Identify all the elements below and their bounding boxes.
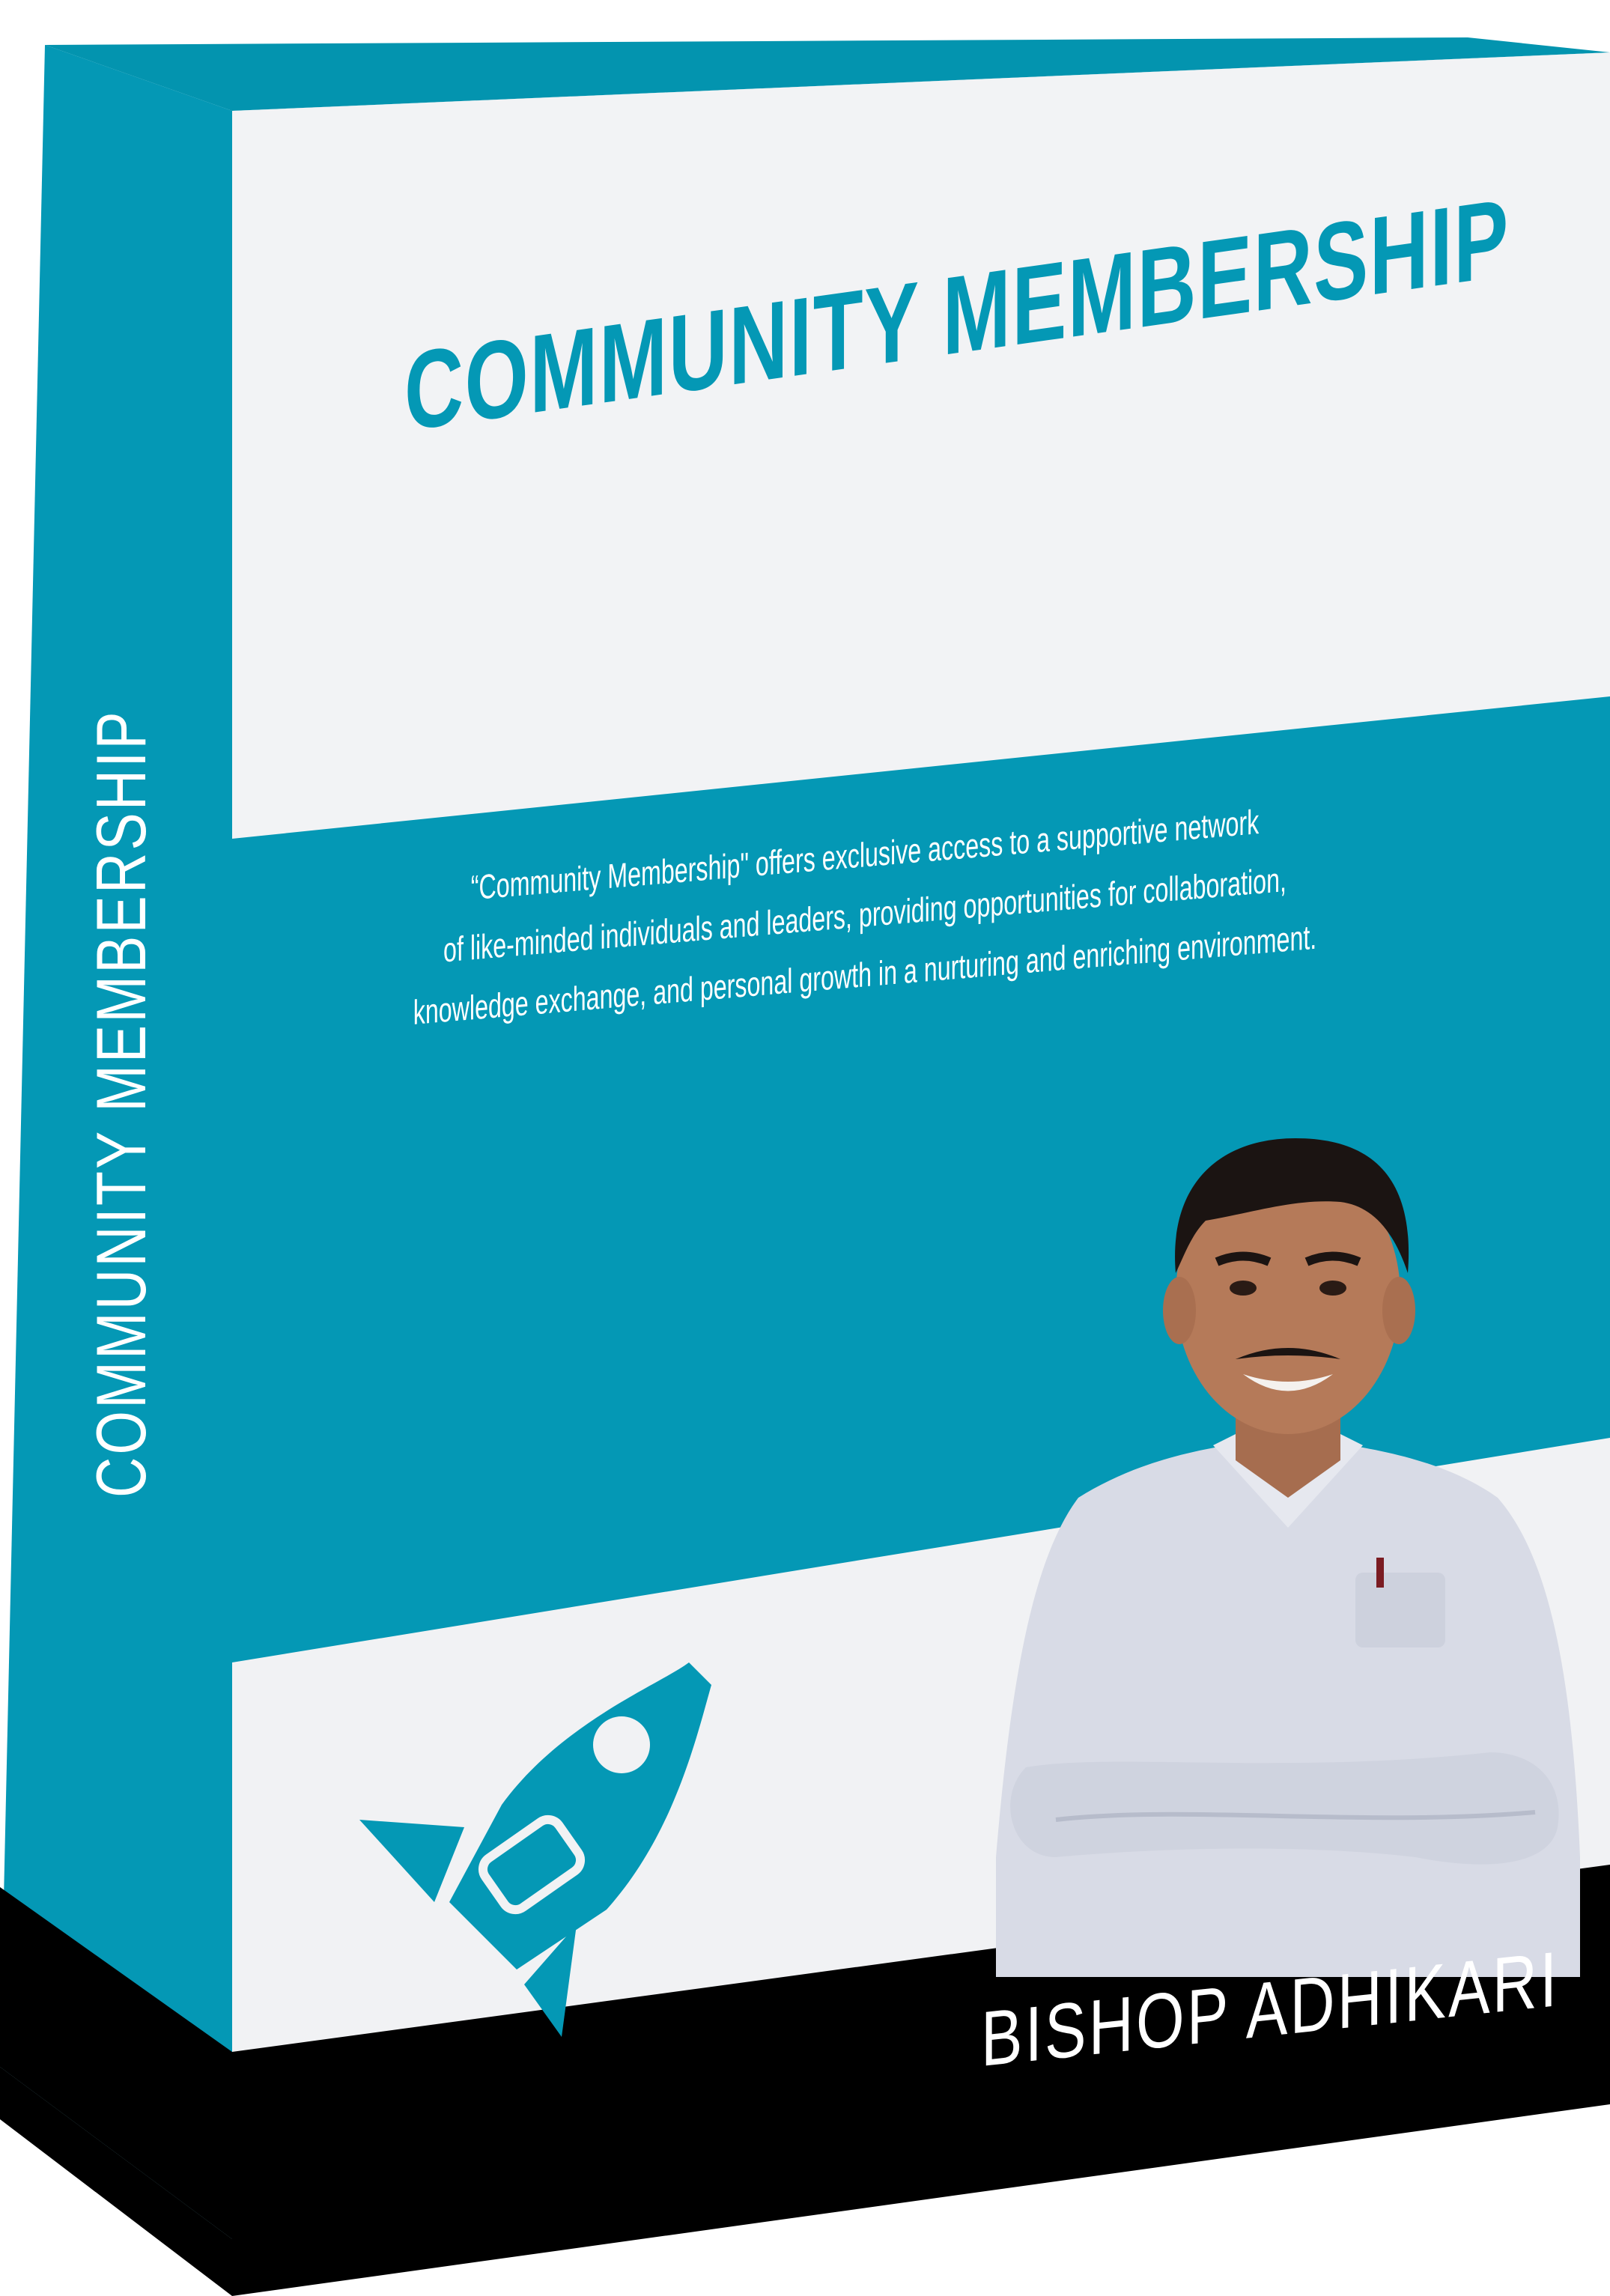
- spine-title: COMMUNITY MEMBERSHIP: [82, 709, 160, 1498]
- author-photo: [996, 1138, 1580, 1977]
- product-box: COMMUNITY MEMBERSHIP COMMUNITY MEMBERSHI…: [0, 0, 1610, 2296]
- rocket-icon: [359, 1662, 711, 2037]
